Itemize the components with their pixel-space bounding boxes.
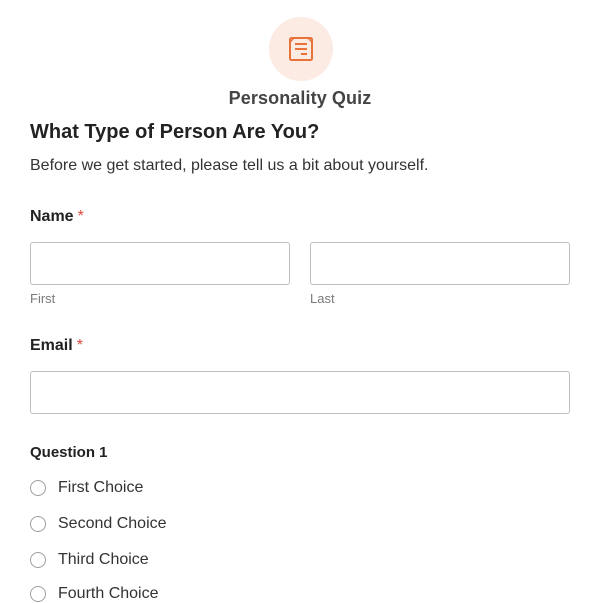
email-input[interactable] <box>30 371 570 414</box>
email-field-label: Email * <box>30 337 83 355</box>
form-list-icon <box>289 37 313 61</box>
choice-option[interactable]: Second Choice <box>30 515 167 533</box>
first-name-sublabel: First <box>30 291 56 306</box>
radio-button[interactable] <box>30 516 46 532</box>
last-name-sublabel: Last <box>310 291 335 306</box>
last-name-input[interactable] <box>310 242 570 285</box>
required-marker: * <box>76 337 83 354</box>
choice-label: First Choice <box>58 479 144 496</box>
email-label-text: Email <box>30 337 73 354</box>
quiz-form-page: Personality Quiz What Type of Person Are… <box>0 0 600 603</box>
name-label-text: Name <box>30 208 74 225</box>
choice-label: Fourth Choice <box>58 585 159 602</box>
first-name-input[interactable] <box>30 242 290 285</box>
required-marker: * <box>77 208 84 225</box>
choice-option[interactable]: Fourth Choice <box>30 585 159 603</box>
choice-label: Third Choice <box>58 551 149 568</box>
form-logo <box>269 17 333 81</box>
choice-option[interactable]: Third Choice <box>30 551 149 569</box>
radio-button[interactable] <box>30 480 46 496</box>
radio-button[interactable] <box>30 552 46 568</box>
choice-label: Second Choice <box>58 515 167 532</box>
name-field-label: Name * <box>30 208 84 226</box>
choice-option[interactable]: First Choice <box>30 479 143 497</box>
form-title: What Type of Person Are You? <box>30 121 320 143</box>
form-description: Before we get started, please tell us a … <box>30 157 429 174</box>
question-1-label: Question 1 <box>30 444 108 461</box>
form-brand-name: Personality Quiz <box>228 88 372 108</box>
